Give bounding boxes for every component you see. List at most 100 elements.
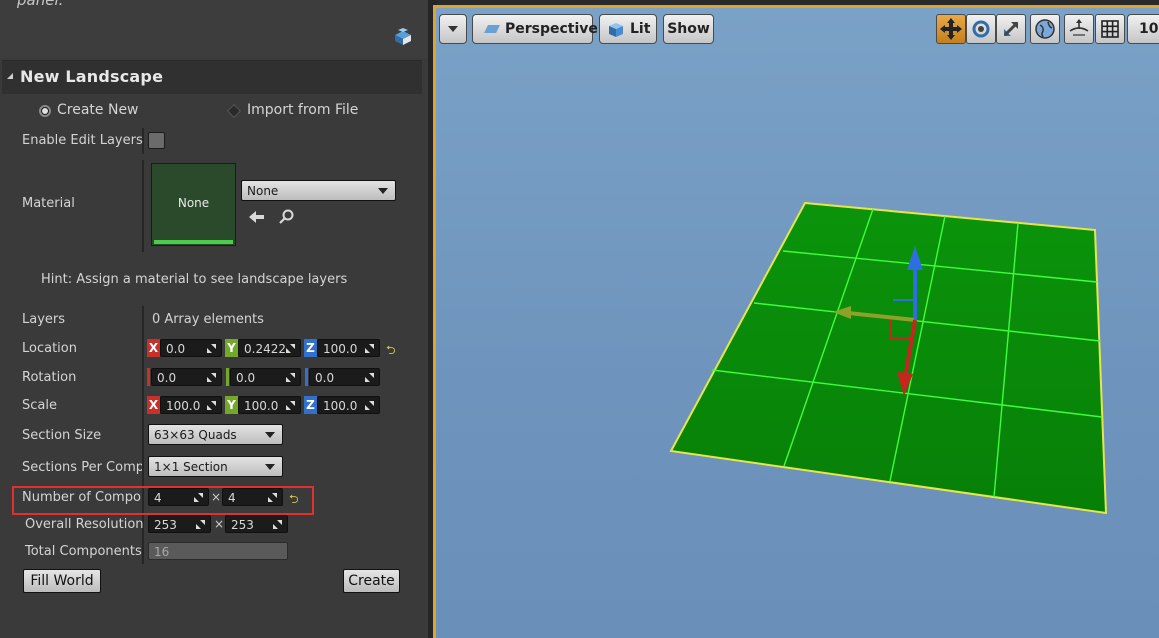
material-combo[interactable]: None [241, 180, 396, 201]
spinner-icon [194, 493, 203, 502]
hint-text: Hint: Assign a material to see landscape… [41, 272, 348, 287]
times-sign: × [214, 517, 225, 531]
section-size-value: 63×63 Quads [154, 428, 237, 442]
chevron-down-icon [448, 26, 458, 32]
rotation-x-marker [147, 368, 150, 386]
spinner-icon [286, 344, 295, 353]
spinner-icon [273, 520, 282, 529]
axis-x-badge: X [147, 396, 160, 414]
perspective-label: Perspective [505, 21, 598, 37]
perspective-button[interactable]: Perspective [472, 14, 598, 44]
spinner-icon [286, 373, 295, 382]
axis-z-badge: Z [304, 396, 317, 414]
scale-y-field[interactable]: 100.0 [238, 396, 301, 414]
spinner-icon [286, 401, 295, 410]
surface-snap-icon [1069, 19, 1089, 36]
move-arrows-icon [940, 18, 962, 40]
axis-z-badge: Z [304, 339, 317, 357]
reset-to-default-icon[interactable]: ⮌ [289, 490, 299, 511]
number-of-components-x-field[interactable]: 4 [148, 488, 209, 506]
rotate-mode-button[interactable] [966, 14, 996, 44]
material-label: Material [22, 196, 75, 211]
location-y-field[interactable]: 0.2422 [238, 339, 301, 357]
fill-world-button[interactable]: Fill World [23, 569, 101, 593]
scale-mode-button[interactable] [996, 14, 1026, 44]
rotation-z-marker [305, 368, 308, 386]
chevron-down-icon [265, 464, 275, 470]
globe-icon [1035, 19, 1055, 39]
show-button[interactable]: Show [663, 14, 714, 44]
use-selected-arrow-icon[interactable] [248, 209, 266, 225]
grid-icon [1101, 20, 1119, 38]
spinner-icon [365, 401, 374, 410]
layers-label: Layers [22, 312, 66, 327]
section-size-label: Section Size [22, 428, 102, 443]
scale-z-field[interactable]: 100.0 [317, 396, 380, 414]
location-x-field[interactable]: 0.0 [160, 339, 222, 357]
sections-per-component-combo[interactable]: 1×1 Section [148, 456, 283, 477]
spinner-icon [268, 493, 277, 502]
section-title: New Landscape [20, 67, 164, 86]
translate-mode-button[interactable] [936, 14, 966, 44]
chevron-down-icon [378, 188, 388, 194]
number-of-components-y-field[interactable]: 4 [222, 488, 283, 506]
overall-resolution-label: Overall Resolution [25, 517, 144, 532]
rotation-z-field[interactable]: 0.0 [309, 368, 380, 386]
spinner-icon [365, 373, 374, 382]
create-button[interactable]: Create [343, 569, 400, 593]
enable-edit-layers-checkbox[interactable] [148, 132, 165, 149]
scale-x-field[interactable]: 100.0 [160, 396, 222, 414]
world-local-toggle-button[interactable] [1030, 14, 1060, 44]
spinner-icon [196, 520, 205, 529]
sections-per-component-value: 1×1 Section [154, 460, 228, 474]
scale-icon [1003, 21, 1019, 37]
spinner-icon [365, 344, 374, 353]
material-thumbnail[interactable]: None [151, 163, 236, 246]
axis-y-badge: Y [225, 339, 238, 357]
axis-x-badge: X [147, 339, 160, 357]
overall-resolution-x-field[interactable]: 253 [148, 515, 211, 533]
create-new-radio[interactable] [39, 105, 51, 117]
chevron-down-icon [265, 432, 275, 438]
rotate-icon [972, 20, 990, 38]
axis-y-badge: Y [225, 396, 238, 414]
surface-snapping-button[interactable] [1064, 14, 1094, 44]
spinner-icon [207, 401, 216, 410]
reset-to-default-icon[interactable]: ⮌ [386, 341, 396, 362]
section-size-combo[interactable]: 63×63 Quads [148, 424, 283, 445]
times-sign: × [211, 490, 222, 504]
collapse-arrow-icon[interactable] [7, 73, 13, 79]
lit-cube-icon [609, 23, 623, 37]
scale-label: Scale [22, 398, 57, 413]
rotation-label: Rotation [22, 370, 77, 385]
grid-snap-button[interactable] [1095, 14, 1125, 44]
grid-snap-value-button[interactable]: 10 [1127, 14, 1159, 44]
column-divider [142, 160, 144, 252]
create-new-label: Create New [57, 102, 139, 118]
layers-value: 0 Array elements [152, 312, 264, 327]
spinner-icon [207, 344, 216, 353]
material-type-bar [154, 240, 233, 244]
lit-button[interactable]: Lit [599, 14, 657, 44]
lit-label: Lit [630, 21, 651, 37]
panel-top-strip [0, 0, 428, 58]
total-components-field: 16 [148, 542, 288, 560]
spinner-icon [207, 373, 216, 382]
landscape-mode-icon[interactable] [392, 26, 414, 48]
browse-search-icon[interactable] [278, 209, 296, 225]
landscape-surface [669, 201, 1108, 515]
import-from-file-label: Import from File [247, 102, 359, 118]
rotation-y-marker [226, 368, 229, 386]
number-of-components-label: Number of Compone [22, 490, 142, 505]
viewport-options-button[interactable] [439, 14, 467, 44]
total-components-label: Total Components [25, 544, 142, 559]
material-combo-value: None [247, 184, 279, 198]
enable-edit-layers-label: Enable Edit Layers [22, 133, 143, 148]
rotation-y-field[interactable]: 0.0 [230, 368, 301, 386]
material-thumbnail-text: None [177, 196, 210, 210]
landscape-mesh[interactable] [433, 5, 1159, 638]
rotation-x-field[interactable]: 0.0 [151, 368, 222, 386]
overall-resolution-y-field[interactable]: 253 [225, 515, 288, 533]
perspective-icon [484, 25, 500, 33]
location-z-field[interactable]: 100.0 [317, 339, 380, 357]
